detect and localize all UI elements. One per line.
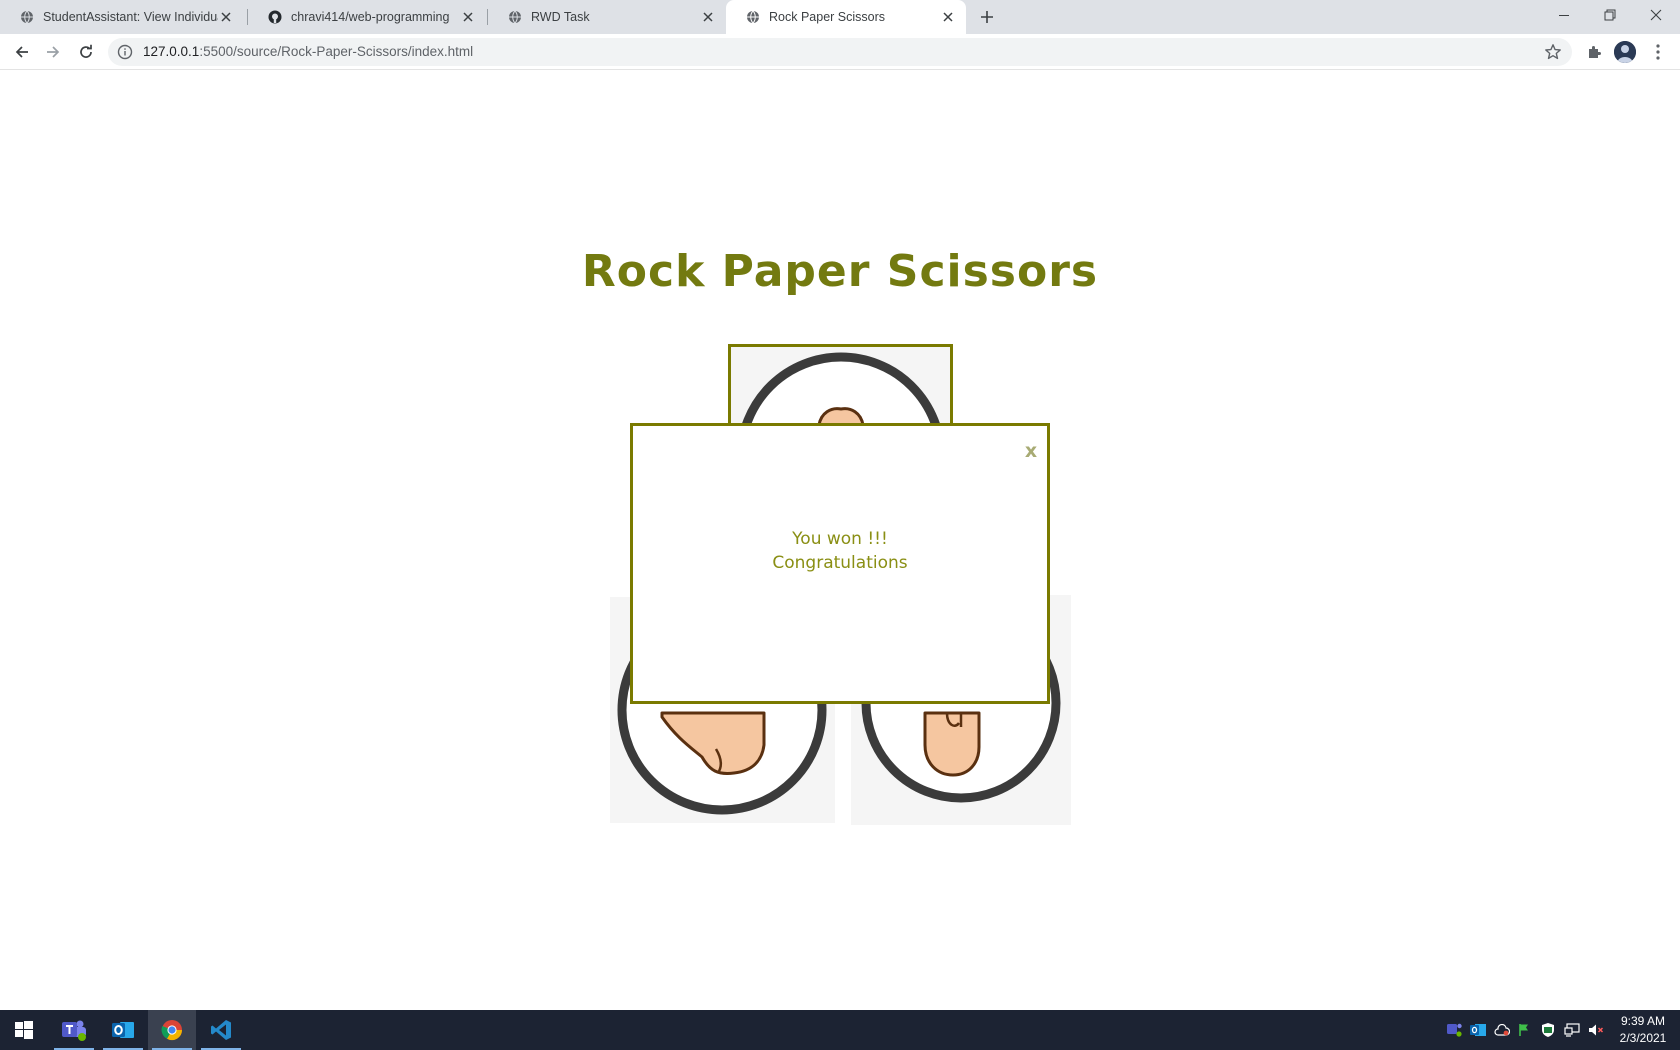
tab-strip: StudentAssistant: View Individual chravi… [0, 0, 1680, 34]
flag-tray-icon[interactable] [1515, 1022, 1533, 1038]
github-icon [268, 10, 282, 24]
arrow-right-icon [47, 46, 60, 58]
bookmark-star-icon[interactable] [1544, 43, 1562, 61]
reload-button[interactable] [74, 40, 98, 64]
restore-button[interactable] [1587, 0, 1633, 30]
page-title: Rock Paper Scissors [581, 246, 1099, 297]
tab-close-icon[interactable] [940, 9, 956, 25]
tab-rwd-task[interactable]: RWD Task [488, 0, 726, 34]
teams-icon [62, 1020, 86, 1041]
chrome-app[interactable] [148, 1010, 196, 1050]
teams-tray-icon[interactable] [1446, 1022, 1464, 1038]
tab-github[interactable]: chravi414/web-programming [248, 0, 486, 34]
url-path: :5500/source/Rock-Paper-Scissors/index.h… [199, 44, 474, 59]
new-tab-button[interactable] [977, 7, 997, 27]
tab-close-icon[interactable] [700, 9, 716, 25]
cloud-tray-icon[interactable] [1493, 1022, 1511, 1038]
outlook-tray-icon[interactable] [1469, 1022, 1487, 1038]
chrome-icon [161, 1020, 183, 1041]
restore-icon [1604, 9, 1616, 21]
tab-close-icon[interactable] [460, 9, 476, 25]
globe-icon [747, 10, 759, 24]
tab-rock-paper-scissors[interactable]: Rock Paper Scissors [726, 0, 966, 34]
url-host: 127.0.0.1 [143, 44, 200, 59]
extensions-button[interactable] [1583, 41, 1605, 63]
modal-close-button[interactable]: x [1021, 439, 1041, 463]
menu-button[interactable] [1648, 41, 1668, 63]
info-icon[interactable] [117, 44, 133, 60]
outlook-icon [112, 1022, 134, 1038]
tab-title: Rock Paper Scissors [769, 10, 886, 24]
minimize-icon [1559, 15, 1569, 16]
network-tray-icon[interactable] [1563, 1022, 1581, 1038]
plus-icon [981, 11, 993, 23]
address-bar[interactable]: 127.0.0.1:5500/source/Rock-Paper-Scissor… [108, 38, 1572, 66]
close-icon [1650, 9, 1662, 21]
globe-icon [509, 10, 521, 24]
forward-button[interactable] [41, 40, 65, 64]
clock-time: 9:39 AM [1620, 1014, 1666, 1028]
avatar-icon [1614, 41, 1636, 63]
minimize-button[interactable] [1541, 0, 1587, 30]
start-button[interactable] [0, 1010, 48, 1050]
window-close-button[interactable] [1633, 0, 1679, 30]
tab-student-assistant[interactable]: StudentAssistant: View Individual [0, 0, 244, 34]
vscode-app[interactable] [197, 1010, 245, 1050]
vscode-icon [211, 1020, 231, 1040]
globe-icon [21, 10, 33, 24]
tab-title: chravi414/web-programming [291, 10, 450, 24]
volume-muted-tray-icon[interactable] [1587, 1022, 1605, 1038]
profile-avatar[interactable] [1614, 41, 1636, 63]
outlook-app[interactable] [99, 1010, 147, 1050]
tab-close-icon[interactable] [218, 9, 234, 25]
puzzle-icon [1589, 46, 1601, 58]
taskbar: 9:39 AM 2/3/2021 [0, 1010, 1680, 1050]
tab-title: StudentAssistant: View Individual [43, 10, 218, 24]
back-button[interactable] [10, 40, 34, 64]
page-content: Rock Paper Scissors x You won !!! Congra… [0, 70, 1680, 1010]
congratulations-message: Congratulations [772, 553, 908, 573]
arrow-left-icon [15, 46, 28, 58]
reload-icon [80, 44, 92, 58]
security-tray-icon[interactable] [1539, 1022, 1557, 1038]
tab-title: RWD Task [531, 10, 590, 24]
windows-logo-icon [15, 1021, 33, 1039]
url-text[interactable]: 127.0.0.1:5500/source/Rock-Paper-Scissor… [143, 44, 473, 59]
browser-toolbar: 127.0.0.1:5500/source/Rock-Paper-Scissor… [0, 34, 1680, 70]
result-message: You won !!! [792, 529, 888, 549]
result-modal: x You won !!! Congratulations [630, 423, 1050, 704]
taskbar-clock[interactable]: 9:39 AM 2/3/2021 [1610, 1013, 1676, 1047]
kebab-menu-icon [1656, 44, 1660, 60]
clock-date: 2/3/2021 [1619, 1031, 1667, 1045]
teams-app[interactable] [50, 1010, 98, 1050]
